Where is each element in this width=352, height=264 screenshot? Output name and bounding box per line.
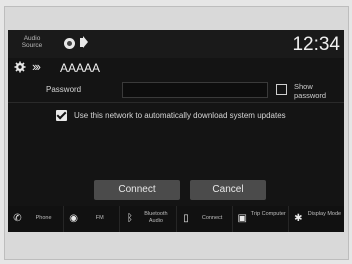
divider <box>8 102 344 103</box>
connect-button[interactable]: Connect <box>94 180 180 200</box>
nav-item-label: Trip Computer <box>250 211 286 217</box>
network-ssid: AAAAA <box>60 61 101 75</box>
phone-icon: ✆ <box>13 213 22 224</box>
audio-source-button[interactable]: Audio Source <box>18 35 46 49</box>
bottom-nav-bar: ✆ Phone ◉ FM ᛒ Bluetooth Audio ▯ Connect… <box>8 206 344 232</box>
speaker-volume-icon <box>80 36 88 48</box>
bluetooth-icon: ᛒ <box>126 213 133 224</box>
trip-computer-icon: ▣ <box>237 213 247 224</box>
nav-item-fm[interactable]: ◉ FM <box>64 206 121 232</box>
nav-item-bluetooth-audio[interactable]: ᛒ Bluetooth Audio <box>120 206 177 232</box>
double-chevron-right-icon: ››› <box>32 59 41 74</box>
auto-update-row: Use this network to automatically downlo… <box>8 108 344 124</box>
clock: 12:34 <box>292 34 340 55</box>
password-input[interactable] <box>122 82 268 98</box>
nav-item-label: Connect <box>201 215 223 221</box>
nav-item-label: FM <box>95 215 104 221</box>
nav-item-connect[interactable]: ▯ Connect <box>177 206 233 232</box>
show-password-label: Show password <box>294 82 327 100</box>
cancel-button[interactable]: Cancel <box>190 180 266 200</box>
source-badge-icon <box>64 38 75 49</box>
auto-update-label: Use this network to automatically downlo… <box>74 111 286 120</box>
fm-radio-icon: ◉ <box>69 213 79 224</box>
auto-update-checkbox[interactable] <box>56 110 67 121</box>
nav-item-label: Bluetooth Audio <box>144 211 168 224</box>
network-title-row: ››› AAAAA <box>8 59 344 76</box>
password-row: Password Show password <box>8 82 344 100</box>
nav-item-trip-computer[interactable]: ▣ Trip Computer <box>233 206 289 232</box>
head-unit-screen: Audio Source 12:34 ››› AAAAA Password Sh… <box>8 30 344 232</box>
nav-item-phone[interactable]: ✆ Phone <box>8 206 65 232</box>
password-label: Password <box>46 85 82 94</box>
smartphone-connect-icon: ▯ <box>183 213 189 224</box>
status-bar: Audio Source 12:34 <box>8 30 344 58</box>
nav-item-label: Display Mode <box>307 211 342 217</box>
nav-item-display-mode[interactable]: ✱ Display Mode <box>289 206 344 232</box>
show-password-checkbox[interactable] <box>276 84 287 95</box>
gear-icon[interactable] <box>14 61 26 73</box>
display-mode-icon: ✱ <box>294 213 303 224</box>
nav-item-label: Phone <box>35 215 52 221</box>
